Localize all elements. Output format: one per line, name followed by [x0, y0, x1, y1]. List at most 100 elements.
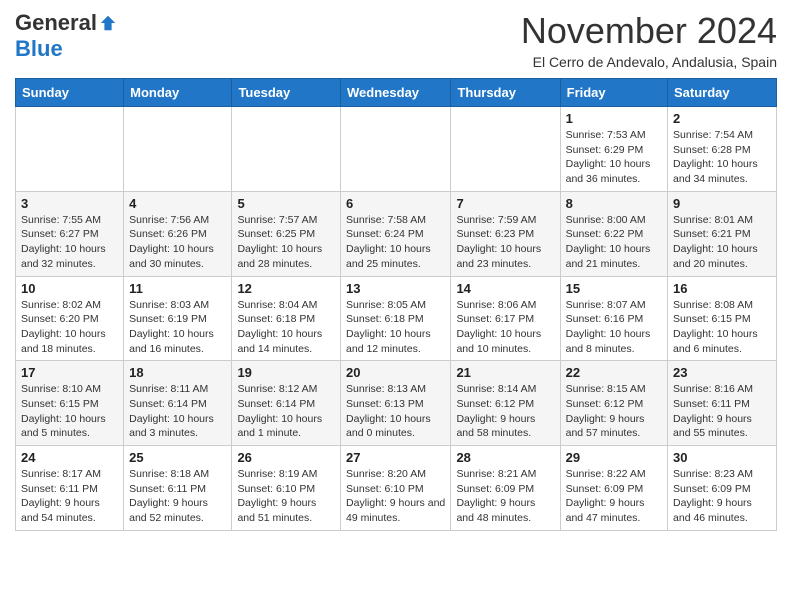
calendar-cell-w2-d2: 4Sunrise: 7:56 AM Sunset: 6:26 PM Daylig…	[124, 191, 232, 276]
logo-icon	[99, 14, 117, 32]
day-info-w3-d1: Sunrise: 8:02 AM Sunset: 6:20 PM Dayligh…	[21, 298, 118, 357]
header: General Blue November 2024 El Cerro de A…	[15, 10, 777, 70]
month-title: November 2024	[521, 10, 777, 52]
day-number-w4-d6: 22	[566, 365, 662, 380]
day-number-w3-d3: 12	[237, 281, 335, 296]
day-number-w2-d5: 7	[456, 196, 554, 211]
day-info-w5-d5: Sunrise: 8:21 AM Sunset: 6:09 PM Dayligh…	[456, 467, 554, 526]
day-number-w4-d5: 21	[456, 365, 554, 380]
calendar-cell-w1-d6: 1 Sunrise: 7:53 AM Sunset: 6:29 PM Daylig…	[560, 107, 667, 192]
calendar-cell-w3-d5: 14 Sunrise: 8:06 AM Sunset: 6:17 PM Dayli…	[451, 276, 560, 361]
calendar-cell-w3-d2: 11 Sunrise: 8:03 AM Sunset: 6:19 PM Dayli…	[124, 276, 232, 361]
calendar-cell-w5-d4: 27 Sunrise: 8:20 AM Sunset: 6:10 PM Dayli…	[341, 446, 451, 531]
calendar-cell-w1-d2	[124, 107, 232, 192]
calendar-cell-w1-d5	[451, 107, 560, 192]
logo-general-text: General	[15, 10, 97, 36]
week-row-5: 24 Sunrise: 8:17 AM Sunset: 6:11 PM Dayli…	[16, 446, 777, 531]
calendar-header-row: Sunday Monday Tuesday Wednesday Thursday…	[16, 79, 777, 107]
calendar-table: Sunday Monday Tuesday Wednesday Thursday…	[15, 78, 777, 531]
day-number-w2-d3: 5	[237, 196, 335, 211]
calendar-cell-w2-d3: 5 Sunrise: 7:57 AM Sunset: 6:25 PM Daylig…	[232, 191, 341, 276]
day-info-w3-d4: Sunrise: 8:05 AM Sunset: 6:18 PM Dayligh…	[346, 298, 445, 357]
title-section: November 2024 El Cerro de Andevalo, Anda…	[521, 10, 777, 70]
calendar-cell-w5-d1: 24 Sunrise: 8:17 AM Sunset: 6:11 PM Dayli…	[16, 446, 124, 531]
calendar-cell-w5-d6: 29 Sunrise: 8:22 AM Sunset: 6:09 PM Dayli…	[560, 446, 667, 531]
calendar-cell-w1-d3	[232, 107, 341, 192]
day-info-w4-d7: Sunrise: 8:16 AM Sunset: 6:11 PM Dayligh…	[673, 382, 771, 441]
calendar-cell-w1-d1	[16, 107, 124, 192]
day-number-w1-d7: 2	[673, 111, 771, 126]
day-info-w4-d4: Sunrise: 8:13 AM Sunset: 6:13 PM Dayligh…	[346, 382, 445, 441]
day-info-w5-d4: Sunrise: 8:20 AM Sunset: 6:10 PM Dayligh…	[346, 467, 445, 526]
day-number-w2-d6: 8	[566, 196, 662, 211]
day-info-w1-d6: Sunrise: 7:53 AM Sunset: 6:29 PM Dayligh…	[566, 128, 662, 187]
week-row-4: 17 Sunrise: 8:10 AM Sunset: 6:15 PM Dayli…	[16, 361, 777, 446]
calendar-cell-w2-d7: 9 Sunrise: 8:01 AM Sunset: 6:21 PM Daylig…	[668, 191, 777, 276]
day-number-w5-d2: 25	[129, 450, 226, 465]
calendar-cell-w3-d7: 16Sunrise: 8:08 AM Sunset: 6:15 PM Dayli…	[668, 276, 777, 361]
day-info-w2-d1: Sunrise: 7:55 AM Sunset: 6:27 PM Dayligh…	[21, 213, 118, 272]
calendar-cell-w1-d4	[341, 107, 451, 192]
day-info-w2-d4: Sunrise: 7:58 AM Sunset: 6:24 PM Dayligh…	[346, 213, 445, 272]
day-number-w4-d4: 20	[346, 365, 445, 380]
day-number-w3-d2: 11	[129, 281, 226, 296]
page-container: General Blue November 2024 El Cerro de A…	[0, 0, 792, 541]
day-info-w5-d2: Sunrise: 8:18 AM Sunset: 6:11 PM Dayligh…	[129, 467, 226, 526]
calendar-cell-w3-d4: 13 Sunrise: 8:05 AM Sunset: 6:18 PM Dayli…	[341, 276, 451, 361]
day-info-w5-d6: Sunrise: 8:22 AM Sunset: 6:09 PM Dayligh…	[566, 467, 662, 526]
calendar-cell-w3-d3: 12 Sunrise: 8:04 AM Sunset: 6:18 PM Dayli…	[232, 276, 341, 361]
week-row-3: 10Sunrise: 8:02 AM Sunset: 6:20 PM Dayli…	[16, 276, 777, 361]
calendar-cell-w1-d7: 2 Sunrise: 7:54 AM Sunset: 6:28 PM Daylig…	[668, 107, 777, 192]
day-info-w4-d2: Sunrise: 8:11 AM Sunset: 6:14 PM Dayligh…	[129, 382, 226, 441]
day-number-w4-d3: 19	[237, 365, 335, 380]
col-saturday: Saturday	[668, 79, 777, 107]
day-info-w5-d7: Sunrise: 8:23 AM Sunset: 6:09 PM Dayligh…	[673, 467, 771, 526]
day-info-w4-d5: Sunrise: 8:14 AM Sunset: 6:12 PM Dayligh…	[456, 382, 554, 441]
week-row-1: 1 Sunrise: 7:53 AM Sunset: 6:29 PM Daylig…	[16, 107, 777, 192]
day-info-w2-d7: Sunrise: 8:01 AM Sunset: 6:21 PM Dayligh…	[673, 213, 771, 272]
calendar-cell-w4-d3: 19Sunrise: 8:12 AM Sunset: 6:14 PM Dayli…	[232, 361, 341, 446]
calendar-cell-w4-d4: 20 Sunrise: 8:13 AM Sunset: 6:13 PM Dayli…	[341, 361, 451, 446]
day-number-w5-d3: 26	[237, 450, 335, 465]
day-number-w2-d1: 3	[21, 196, 118, 211]
col-tuesday: Tuesday	[232, 79, 341, 107]
calendar-cell-w4-d5: 21 Sunrise: 8:14 AM Sunset: 6:12 PM Dayli…	[451, 361, 560, 446]
calendar-cell-w4-d7: 23 Sunrise: 8:16 AM Sunset: 6:11 PM Dayli…	[668, 361, 777, 446]
day-number-w5-d4: 27	[346, 450, 445, 465]
calendar-cell-w5-d3: 26Sunrise: 8:19 AM Sunset: 6:10 PM Dayli…	[232, 446, 341, 531]
calendar-cell-w5-d5: 28Sunrise: 8:21 AM Sunset: 6:09 PM Dayli…	[451, 446, 560, 531]
day-info-w2-d6: Sunrise: 8:00 AM Sunset: 6:22 PM Dayligh…	[566, 213, 662, 272]
day-info-w3-d2: Sunrise: 8:03 AM Sunset: 6:19 PM Dayligh…	[129, 298, 226, 357]
week-row-2: 3 Sunrise: 7:55 AM Sunset: 6:27 PM Daylig…	[16, 191, 777, 276]
day-number-w2-d4: 6	[346, 196, 445, 211]
calendar-cell-w4-d6: 22Sunrise: 8:15 AM Sunset: 6:12 PM Dayli…	[560, 361, 667, 446]
day-number-w5-d7: 30	[673, 450, 771, 465]
logo: General Blue	[15, 10, 117, 62]
day-number-w3-d4: 13	[346, 281, 445, 296]
calendar-cell-w3-d1: 10Sunrise: 8:02 AM Sunset: 6:20 PM Dayli…	[16, 276, 124, 361]
day-number-w5-d1: 24	[21, 450, 118, 465]
location: El Cerro de Andevalo, Andalusia, Spain	[521, 54, 777, 70]
calendar-cell-w3-d6: 15Sunrise: 8:07 AM Sunset: 6:16 PM Dayli…	[560, 276, 667, 361]
day-number-w4-d7: 23	[673, 365, 771, 380]
day-number-w5-d6: 29	[566, 450, 662, 465]
day-number-w3-d5: 14	[456, 281, 554, 296]
day-info-w5-d1: Sunrise: 8:17 AM Sunset: 6:11 PM Dayligh…	[21, 467, 118, 526]
day-number-w2-d7: 9	[673, 196, 771, 211]
day-number-w1-d6: 1	[566, 111, 662, 126]
col-monday: Monday	[124, 79, 232, 107]
calendar-cell-w2-d1: 3 Sunrise: 7:55 AM Sunset: 6:27 PM Daylig…	[16, 191, 124, 276]
day-info-w2-d3: Sunrise: 7:57 AM Sunset: 6:25 PM Dayligh…	[237, 213, 335, 272]
day-info-w3-d3: Sunrise: 8:04 AM Sunset: 6:18 PM Dayligh…	[237, 298, 335, 357]
day-info-w4-d1: Sunrise: 8:10 AM Sunset: 6:15 PM Dayligh…	[21, 382, 118, 441]
day-info-w3-d5: Sunrise: 8:06 AM Sunset: 6:17 PM Dayligh…	[456, 298, 554, 357]
day-info-w3-d6: Sunrise: 8:07 AM Sunset: 6:16 PM Dayligh…	[566, 298, 662, 357]
day-info-w2-d5: Sunrise: 7:59 AM Sunset: 6:23 PM Dayligh…	[456, 213, 554, 272]
day-info-w3-d7: Sunrise: 8:08 AM Sunset: 6:15 PM Dayligh…	[673, 298, 771, 357]
calendar-cell-w4-d2: 18Sunrise: 8:11 AM Sunset: 6:14 PM Dayli…	[124, 361, 232, 446]
day-info-w2-d2: Sunrise: 7:56 AM Sunset: 6:26 PM Dayligh…	[129, 213, 226, 272]
calendar-cell-w5-d7: 30 Sunrise: 8:23 AM Sunset: 6:09 PM Dayli…	[668, 446, 777, 531]
day-number-w4-d1: 17	[21, 365, 118, 380]
logo-blue-text: Blue	[15, 36, 63, 61]
day-info-w1-d7: Sunrise: 7:54 AM Sunset: 6:28 PM Dayligh…	[673, 128, 771, 187]
